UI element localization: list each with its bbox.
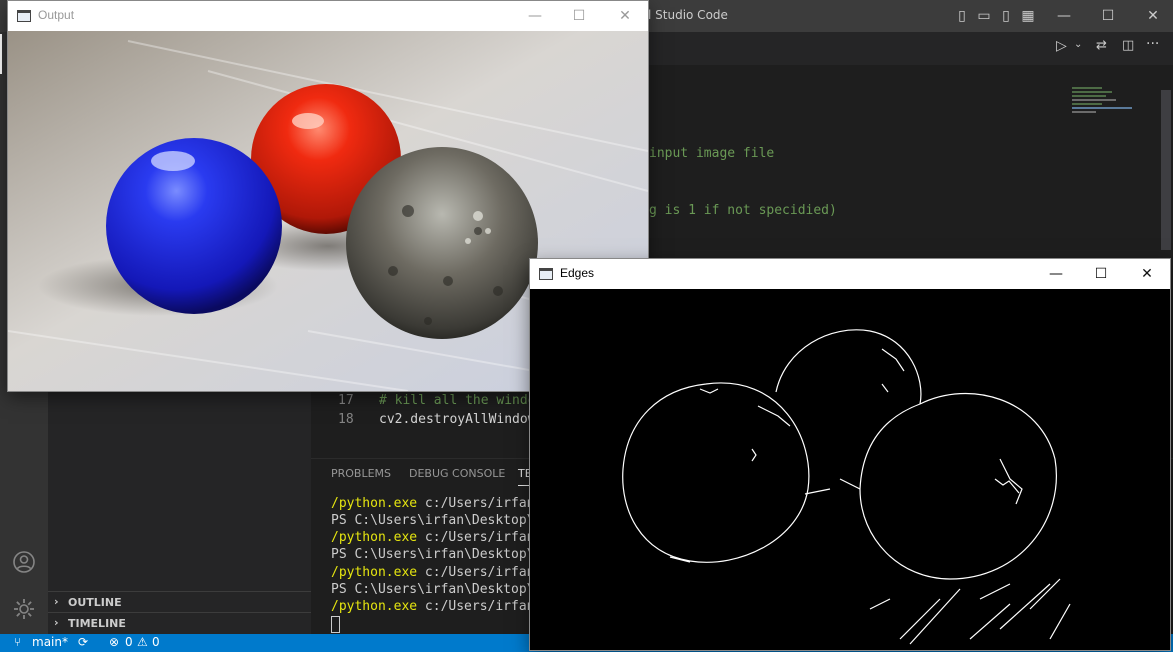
code-line: g is 1 if not specidied) — [649, 203, 837, 218]
output-close-button[interactable]: ✕ — [602, 1, 648, 31]
sidebar-section-outline[interactable]: › OUTLINE — [48, 591, 311, 612]
terminal-line: PS C:\Users\irfan\Desktop\CV_ — [331, 513, 558, 528]
toggle-sidebar-icon[interactable]: ▯ — [952, 6, 972, 26]
account-icon[interactable] — [12, 550, 36, 574]
manage-gear-icon[interactable] — [12, 597, 36, 621]
window-app-icon — [539, 268, 553, 280]
vscode-close-button[interactable]: ✕ — [1143, 6, 1163, 26]
chevron-right-icon: › — [54, 616, 59, 629]
vscode-window-title: l Studio Code — [648, 8, 728, 22]
minimap[interactable] — [1072, 85, 1142, 125]
sidebar-section-timeline[interactable]: › TIMELINE — [48, 612, 311, 633]
outline-label: OUTLINE — [68, 596, 122, 609]
warning-count[interactable]: 0 — [152, 635, 160, 649]
error-icon[interactable]: ⊗ — [109, 635, 119, 649]
editor-toolbar: ▷ ⌄ ⇄ ◫ ··· — [1040, 36, 1170, 60]
code-text: input image file — [649, 146, 775, 161]
edges-image — [530, 289, 1170, 650]
chevron-right-icon: › — [54, 595, 59, 608]
chevron-down-icon[interactable]: ⌄ — [1074, 39, 1082, 50]
terminal-line: PS C:\Users\irfan\Desktop\CV_ — [331, 547, 558, 562]
code-line: 17 # kill all the windo — [338, 393, 536, 408]
edges-window[interactable]: Edges — ☐ ✕ — [530, 259, 1170, 650]
edges-minimize-button[interactable]: — — [1033, 259, 1079, 289]
edges-window-title: Edges — [560, 266, 595, 280]
code-line: 18 cv2.destroyAllWindow — [338, 412, 536, 427]
split-editor-icon[interactable]: ◫ — [1122, 38, 1134, 53]
line-number: 17 — [338, 393, 354, 408]
more-actions-icon[interactable]: ··· — [1146, 36, 1159, 52]
terminal-line: PS C:\Users\irfan\Desktop\CV_ — [331, 582, 558, 597]
toggle-secondary-sidebar-icon[interactable]: ▯ — [996, 6, 1016, 26]
toggle-panel-icon[interactable]: ▭ — [974, 6, 994, 26]
code-text: cv2.destroyAllWindow — [379, 412, 536, 427]
tab-problems[interactable]: PROBLEMS — [331, 467, 391, 480]
terminal-line: /python.exe c:/Users/irfan/De — [331, 530, 558, 545]
edges-close-button[interactable]: ✕ — [1124, 259, 1170, 289]
tab-debug-console[interactable]: DEBUG CONSOLE — [409, 467, 505, 480]
vscode-maximize-button[interactable]: ☐ — [1098, 6, 1118, 26]
edges-titlebar[interactable]: Edges — ☐ ✕ — [530, 259, 1170, 289]
error-count[interactable]: 0 — [125, 635, 133, 649]
customize-layout-icon[interactable]: ▦ — [1018, 6, 1038, 26]
code-text: # kill all the windo — [379, 393, 536, 408]
active-indicator — [0, 34, 2, 74]
terminal-cursor[interactable] — [331, 616, 340, 633]
edges-maximize-button[interactable]: ☐ — [1078, 259, 1124, 289]
branch-icon[interactable]: ⑂ — [14, 635, 21, 649]
output-titlebar[interactable]: Output — ☐ ✕ — [8, 1, 648, 31]
branch-label[interactable]: main* — [32, 635, 68, 649]
terminal-line: /python.exe c:/Users/irfan/De — [331, 496, 558, 511]
window-app-icon — [17, 10, 31, 22]
code-line: input image file — [649, 146, 774, 161]
output-minimize-button[interactable]: — — [512, 1, 558, 31]
sync-icon[interactable]: ⟳ — [78, 635, 88, 649]
output-window-title: Output — [38, 8, 75, 22]
timeline-label: TIMELINE — [68, 617, 126, 630]
run-icon[interactable]: ▷ — [1056, 38, 1067, 54]
terminal-line: /python.exe c:/Users/irfan/De — [331, 599, 558, 614]
line-number: 18 — [338, 412, 354, 427]
editor-scrollbar[interactable] — [1161, 90, 1171, 250]
vscode-minimize-button[interactable]: — — [1054, 6, 1074, 26]
output-maximize-button[interactable]: ☐ — [556, 1, 602, 31]
warning-icon[interactable]: ⚠ — [137, 635, 148, 649]
compare-icon[interactable]: ⇄ — [1096, 38, 1107, 53]
code-text: g is 1 if not specidied) — [649, 203, 837, 218]
terminal-line: /python.exe c:/Users/irfan/De — [331, 565, 558, 580]
